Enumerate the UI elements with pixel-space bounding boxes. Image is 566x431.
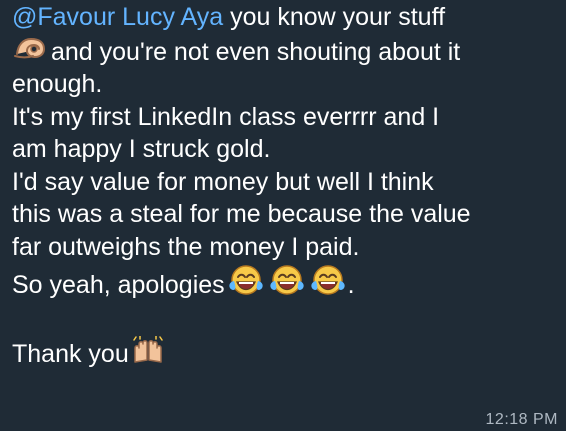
message-line-10: Thank you bbox=[12, 335, 560, 371]
message-line-1-text: you know your stuff bbox=[223, 3, 446, 31]
message-line-5: am happy I struck gold. bbox=[12, 135, 271, 163]
message-line-9: So yeah, apologies . bbox=[12, 263, 560, 302]
message-line-1: @Favour Lucy Aya you know your stuff bbox=[12, 1, 560, 34]
message-line-3: enough. bbox=[12, 70, 103, 98]
message-line-2: and you're not even shouting about it bbox=[12, 34, 560, 69]
ok-hand-icon bbox=[13, 34, 51, 64]
message-line-9-text: So yeah, apologies bbox=[12, 271, 225, 299]
message-line-4: It's my first LinkedIn class everrrr and… bbox=[12, 102, 440, 131]
message-line-9-end: . bbox=[347, 271, 355, 299]
message-line-7: this was a steal for me because the valu… bbox=[12, 200, 471, 228]
message-line-10-text: Thank you bbox=[12, 339, 129, 368]
message-spacer bbox=[12, 302, 560, 336]
mention-link[interactable]: @Favour Lucy Aya bbox=[12, 3, 223, 31]
message-timestamp: 12:18 PM bbox=[485, 411, 558, 429]
tears-of-joy-icon bbox=[308, 263, 348, 297]
message-line-8: far outweighs the money I paid. bbox=[12, 232, 360, 261]
message-line-6: I'd say value for money but well I think bbox=[12, 167, 434, 196]
message-text: @Favour Lucy Aya you know your stuff and… bbox=[12, 1, 560, 370]
raised-hands-icon bbox=[130, 335, 166, 366]
message-bubble[interactable]: @Favour Lucy Aya you know your stuff and… bbox=[0, 0, 566, 431]
tears-of-joy-icon bbox=[267, 263, 307, 297]
tears-of-joy-icon bbox=[226, 263, 266, 297]
message-line-2-text: and you're not even shouting about it bbox=[51, 37, 461, 66]
